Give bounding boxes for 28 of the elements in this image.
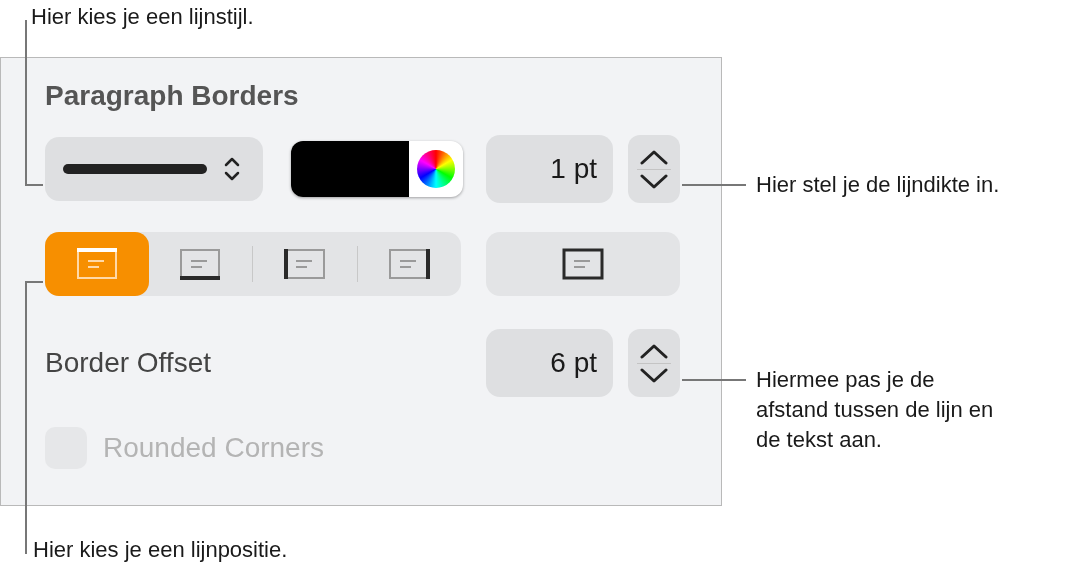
chevron-down-icon [639, 367, 669, 384]
chevron-up-icon [639, 148, 669, 165]
border-position-icon [562, 248, 604, 280]
callout-text: Hier kies je een lijnpositie. [33, 536, 288, 564]
thickness-field[interactable]: 1 pt [486, 135, 613, 203]
callout-text: Hier kies je een lijnstijl. [31, 3, 254, 31]
border-position-icon [75, 248, 118, 280]
color-well[interactable] [291, 141, 463, 197]
border-offset-label: Border Offset [45, 346, 212, 380]
leader-line [682, 184, 746, 186]
color-wheel-icon [417, 150, 455, 188]
callout-text: Hier stel je de lijndikte in. [756, 171, 1000, 199]
section-title: Paragraph Borders [45, 79, 300, 113]
chevron-down-icon [639, 173, 669, 190]
border-position-icon [388, 248, 431, 280]
up-down-chevron-icon [223, 155, 241, 183]
border-position-icon [283, 248, 326, 280]
checkbox-label: Rounded Corners [103, 431, 325, 465]
line-style-popup[interactable] [45, 137, 263, 201]
chevron-up-icon [639, 342, 669, 359]
stepper[interactable] [628, 135, 680, 203]
solid-line-icon [63, 163, 207, 175]
stepper[interactable] [628, 329, 680, 397]
offset-field[interactable]: 6 pt [486, 329, 613, 397]
border-position-icon [179, 248, 222, 280]
leader-line [682, 379, 746, 381]
outline-border-button[interactable] [486, 232, 680, 296]
callout-text: Hiermee pas je de afstand tussen de lijn en de tekst aan. [756, 366, 995, 454]
